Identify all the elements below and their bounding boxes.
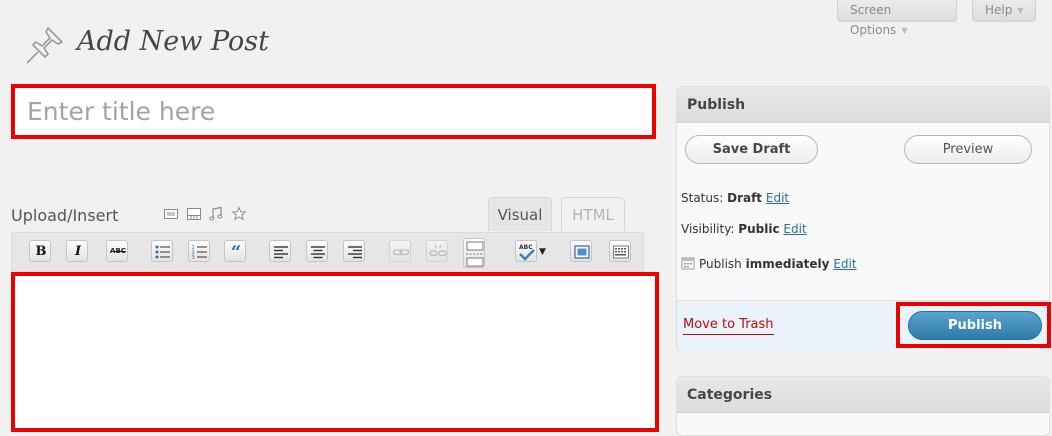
fullscreen-button[interactable] <box>570 240 592 262</box>
visibility-row: Visibility: Public Edit <box>681 222 807 236</box>
blockquote-icon: “ <box>230 242 242 263</box>
status-value: Draft <box>727 191 763 205</box>
blockquote-button[interactable]: “ <box>224 240 246 263</box>
status-row: Status: Draft Edit <box>681 191 789 205</box>
publish-timing-value: immediately <box>745 257 830 271</box>
post-title-input[interactable] <box>11 84 656 139</box>
publish-button[interactable]: Publish <box>908 311 1042 340</box>
more-tag-icon <box>466 241 484 267</box>
align-left-button[interactable] <box>269 240 291 262</box>
schedule-edit-link[interactable]: Edit <box>833 257 856 271</box>
status-label: Status: <box>681 191 724 205</box>
bold-button[interactable]: B <box>29 240 51 262</box>
bold-icon: B <box>35 244 47 259</box>
tab-html[interactable]: HTML <box>561 197 625 231</box>
ordered-list-icon: 123 <box>192 245 207 261</box>
publish-label: Publish <box>699 257 742 271</box>
help-tab[interactable]: Help ▼ <box>972 0 1036 22</box>
fullscreen-icon <box>574 245 590 259</box>
align-right-button[interactable] <box>343 240 365 262</box>
align-left-icon <box>274 246 288 259</box>
kitchen-sink-button[interactable] <box>609 240 631 262</box>
italic-button[interactable]: I <box>66 240 88 262</box>
video-icon[interactable] <box>186 206 202 222</box>
visibility-value: Public <box>738 222 780 236</box>
unordered-list-icon <box>155 245 170 259</box>
spellcheck-icon: ABC <box>519 244 535 261</box>
status-edit-link[interactable]: Edit <box>766 191 789 205</box>
tab-visual[interactable]: Visual <box>488 197 552 231</box>
ordered-list-button[interactable]: 123 <box>188 240 210 262</box>
publish-box-title: Publish <box>677 87 1049 123</box>
preview-button[interactable]: Preview <box>904 135 1032 164</box>
calendar-icon <box>681 257 695 270</box>
screen-options-label: Screen Options <box>850 3 897 37</box>
unlink-button[interactable] <box>426 240 448 262</box>
align-center-button[interactable] <box>306 240 328 262</box>
categories-box-title[interactable]: Categories <box>677 377 1049 413</box>
help-label: Help <box>985 3 1013 17</box>
visibility-edit-link[interactable]: Edit <box>783 222 806 236</box>
align-center-icon <box>311 246 325 259</box>
move-to-trash-link[interactable]: Move to Trash <box>683 316 774 335</box>
align-right-icon <box>348 246 362 259</box>
audio-icon[interactable] <box>208 206 224 222</box>
media-icon[interactable] <box>231 206 247 222</box>
spellcheck-button[interactable]: ABC <box>515 240 537 262</box>
strikethrough-icon: ABC <box>110 247 126 255</box>
schedule-row: Publish immediately Edit <box>681 256 857 271</box>
dropdown-arrow-icon[interactable]: ▼ <box>539 247 549 257</box>
italic-icon: I <box>74 244 82 259</box>
link-icon <box>392 249 410 256</box>
chevron-down-icon: ▼ <box>1017 6 1024 15</box>
screen-options-tab[interactable]: Screen Options ▼ <box>837 0 957 37</box>
save-draft-button[interactable]: Save Draft <box>685 135 818 164</box>
chevron-down-icon: ▼ <box>901 26 908 35</box>
post-content-editor[interactable] <box>11 272 659 432</box>
image-icon[interactable] <box>163 206 179 222</box>
link-button[interactable] <box>389 240 411 262</box>
strikethrough-button[interactable]: ABC <box>106 240 128 262</box>
upload-insert-label: Upload/Insert <box>11 206 119 225</box>
spellcheck-label: ABC <box>519 244 533 251</box>
visibility-label: Visibility: <box>681 222 735 236</box>
more-tag-button[interactable] <box>463 238 485 268</box>
page-title: Add New Post <box>77 26 269 57</box>
kitchen-sink-icon <box>613 245 629 259</box>
unordered-list-button[interactable] <box>151 240 173 262</box>
svg-text:3: 3 <box>192 255 195 261</box>
unlink-icon <box>429 244 447 257</box>
pushpin-icon <box>26 27 63 64</box>
